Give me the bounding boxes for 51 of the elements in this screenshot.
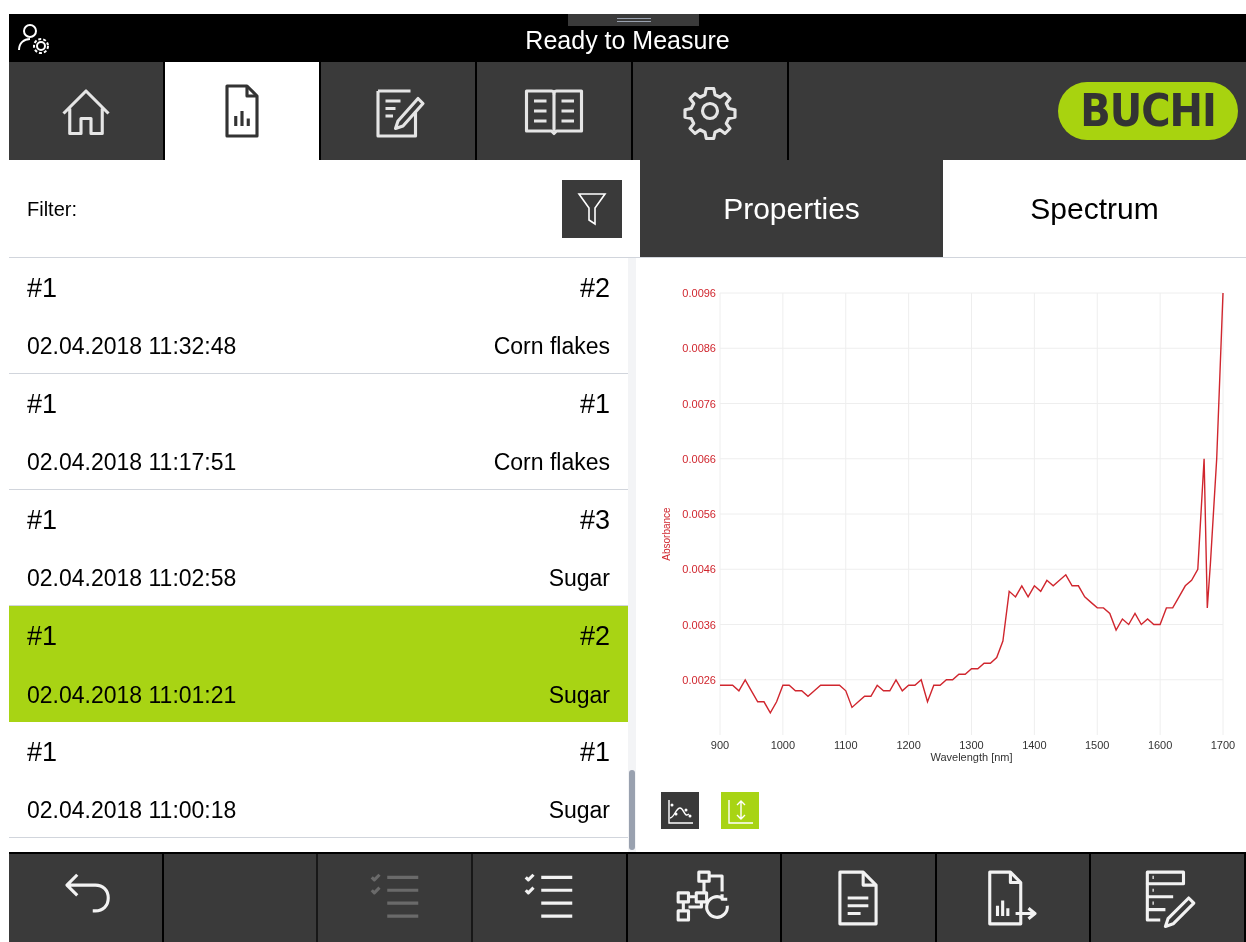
y-tick-label: 0.0036 — [682, 618, 716, 631]
result-index: #2 — [579, 272, 610, 305]
filter-label: Filter: — [27, 196, 77, 222]
x-tick-label: 1700 — [1210, 739, 1236, 751]
result-timestamp: 02.04.2018 11:32:48 — [27, 331, 237, 361]
product-name: Sugar — [548, 563, 610, 593]
result-timestamp: 02.04.2018 11:01:21 — [27, 680, 237, 710]
result-index: #2 — [579, 620, 610, 653]
filter-button[interactable] — [562, 179, 622, 238]
result-index: #1 — [579, 736, 610, 769]
y-tick-label: 0.0046 — [682, 563, 716, 576]
result-number: #1 — [27, 388, 58, 421]
result-number: #1 — [27, 272, 58, 305]
y-tick-label: 0.0026 — [682, 673, 716, 686]
result-number: #1 — [27, 736, 58, 769]
result-number: #1 — [27, 504, 58, 537]
result-row[interactable]: #1 #2 02.04.2018 11:01:21 Sugar — [9, 606, 628, 722]
scrollbar[interactable] — [628, 258, 636, 852]
y-tick-label: 0.0086 — [682, 342, 716, 355]
x-tick-label: 1100 — [833, 739, 858, 751]
x-tick-label: 900 — [710, 739, 730, 751]
user-settings-icon[interactable] — [17, 22, 51, 54]
result-timestamp: 02.04.2018 11:00:18 — [27, 795, 237, 825]
nav-tab[interactable] — [165, 62, 321, 160]
result-index: #1 — [579, 388, 610, 421]
x-tick-label: 1500 — [1085, 739, 1110, 751]
product-name: Sugar — [548, 680, 610, 710]
detail-tab[interactable]: Properties — [640, 160, 943, 257]
result-timestamp: 02.04.2018 11:17:51 — [27, 447, 237, 477]
logo: BUCHI — [1058, 82, 1238, 140]
y-tick-label: 0.0096 — [682, 287, 716, 299]
result-index: #3 — [579, 504, 610, 537]
funnel-icon — [577, 190, 607, 227]
x-tick-label: 1200 — [896, 739, 921, 751]
x-tick-label: 1300 — [959, 739, 984, 751]
product-name: Corn flakes — [493, 331, 610, 361]
x-tick-label: 1600 — [1147, 739, 1173, 751]
y-tick-label: 0.0066 — [682, 452, 716, 465]
x-axis-title: Wavelength [nm] — [930, 751, 1013, 763]
x-tick-label: 1000 — [770, 739, 796, 751]
status-title: Ready to Measure — [525, 25, 730, 57]
y-tick-label: 0.0056 — [682, 508, 716, 520]
product-name: Sugar — [548, 795, 610, 825]
y-axis-title: Absorbance — [661, 507, 672, 561]
result-number: #1 — [27, 620, 58, 653]
y-tick-label: 0.0076 — [682, 397, 716, 410]
drag-handle[interactable] — [568, 14, 699, 26]
chart-tool-button[interactable] — [661, 792, 699, 829]
x-tick-label: 1400 — [1022, 739, 1047, 751]
product-name: Corn flakes — [493, 447, 610, 477]
result-timestamp: 02.04.2018 11:02:58 — [27, 563, 237, 593]
